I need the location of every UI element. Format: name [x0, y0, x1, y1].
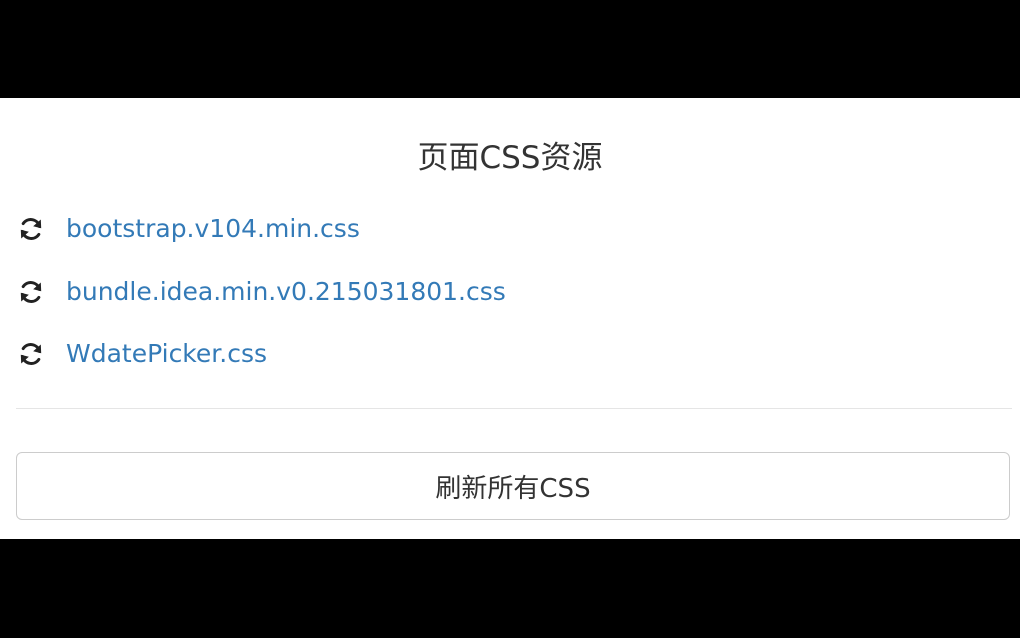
refresh-all-css-button[interactable]: 刷新所有CSS: [16, 452, 1010, 520]
resource-link-bootstrap[interactable]: bootstrap.v104.min.css: [66, 212, 360, 246]
divider: [16, 408, 1012, 409]
resource-item: bootstrap.v104.min.css: [16, 198, 1006, 261]
letterbox-bottom: [0, 539, 1020, 638]
resource-link-bundle-idea[interactable]: bundle.idea.min.v0.215031801.css: [66, 275, 506, 309]
resource-item: bundle.idea.min.v0.215031801.css: [16, 261, 1006, 324]
refresh-icon[interactable]: [16, 277, 46, 307]
panel-title: 页面CSS资源: [417, 140, 603, 176]
resource-item: WdatePicker.css: [16, 323, 1006, 386]
css-resources-panel: 页面CSS资源 bootstrap.v104.min.css bundle.id…: [0, 98, 1020, 539]
resource-list: bootstrap.v104.min.css bundle.idea.min.v…: [16, 198, 1006, 386]
refresh-icon[interactable]: [16, 214, 46, 244]
letterbox-top: [0, 0, 1020, 98]
resource-link-wdatepicker[interactable]: WdatePicker.css: [66, 337, 267, 371]
refresh-icon[interactable]: [16, 339, 46, 369]
